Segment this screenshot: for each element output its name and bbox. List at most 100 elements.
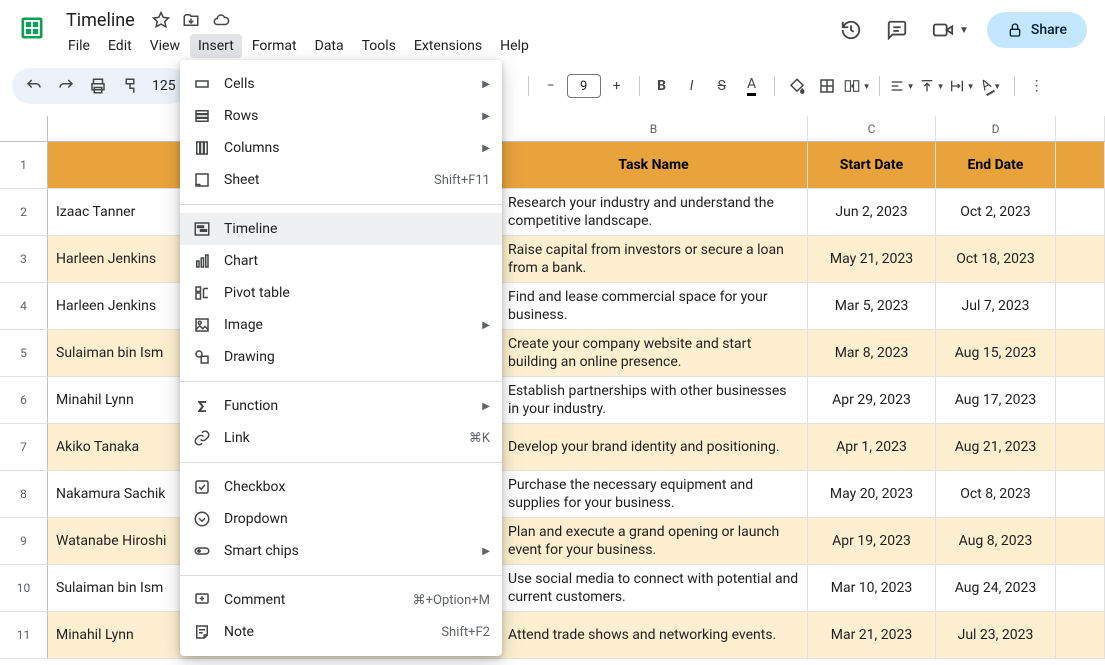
- bold-button[interactable]: B: [648, 72, 676, 100]
- header-cell-end[interactable]: End Date: [936, 142, 1056, 188]
- text-color-button[interactable]: A: [738, 72, 766, 100]
- undo-button[interactable]: [20, 72, 48, 100]
- menu-file[interactable]: File: [60, 34, 98, 58]
- horizontal-align-button[interactable]: ▼: [888, 72, 916, 100]
- column-header[interactable]: D: [936, 116, 1056, 141]
- cell-empty[interactable]: [1056, 471, 1105, 517]
- cell-end-date[interactable]: Aug 8, 2023: [936, 518, 1056, 564]
- insert-menu-drawing[interactable]: Drawing: [180, 341, 502, 373]
- menu-data[interactable]: Data: [307, 34, 352, 58]
- cell-task[interactable]: Purchase the necessary equipment and sup…: [500, 471, 808, 517]
- history-icon[interactable]: [837, 16, 865, 44]
- cell-empty[interactable]: [1056, 236, 1105, 282]
- menu-tools[interactable]: Tools: [354, 34, 404, 58]
- cell-start-date[interactable]: May 21, 2023: [808, 236, 936, 282]
- font-size-decrease[interactable]: −: [537, 72, 565, 100]
- menu-extensions[interactable]: Extensions: [406, 34, 490, 58]
- menu-insert[interactable]: Insert: [190, 34, 242, 58]
- insert-menu-sheet[interactable]: Sheet Shift+F11: [180, 164, 502, 196]
- vertical-align-button[interactable]: ▼: [918, 72, 946, 100]
- cell-empty[interactable]: [1056, 424, 1105, 470]
- insert-menu-cells[interactable]: Cells ▶: [180, 68, 502, 100]
- select-all-corner[interactable]: [0, 116, 48, 141]
- cell-task[interactable]: Find and lease commercial space for your…: [500, 283, 808, 329]
- cell-start-date[interactable]: Mar 21, 2023: [808, 612, 936, 658]
- row-header[interactable]: 8: [0, 471, 48, 517]
- menu-format[interactable]: Format: [244, 34, 305, 58]
- meet-icon[interactable]: [929, 16, 957, 44]
- cell-end-date[interactable]: Aug 15, 2023: [936, 330, 1056, 376]
- move-icon[interactable]: [181, 10, 201, 30]
- column-header[interactable]: B: [500, 116, 808, 141]
- row-header[interactable]: 6: [0, 377, 48, 423]
- text-wrap-button[interactable]: ▼: [948, 72, 976, 100]
- cell-end-date[interactable]: Aug 17, 2023: [936, 377, 1056, 423]
- font-size-input[interactable]: 9: [567, 74, 601, 98]
- cell-empty[interactable]: [1056, 612, 1105, 658]
- cell-end-date[interactable]: Oct 8, 2023: [936, 471, 1056, 517]
- cell-task[interactable]: Attend trade shows and networking events…: [500, 612, 808, 658]
- insert-menu-smart-chips[interactable]: Smart chips ▶: [180, 535, 502, 567]
- spreadsheet-grid[interactable]: B C D 1 Employee Task Name Start Date En…: [0, 116, 1105, 665]
- insert-menu-rows[interactable]: Rows ▶: [180, 100, 502, 132]
- borders-button[interactable]: [813, 72, 841, 100]
- cell-start-date[interactable]: May 20, 2023: [808, 471, 936, 517]
- cell-empty[interactable]: [1056, 377, 1105, 423]
- insert-menu-link[interactable]: Link ⌘K: [180, 422, 502, 454]
- document-title[interactable]: Timeline: [60, 8, 141, 33]
- cell-end-date[interactable]: Aug 21, 2023: [936, 424, 1056, 470]
- row-header[interactable]: 10: [0, 565, 48, 611]
- row-header[interactable]: 4: [0, 283, 48, 329]
- insert-menu-checkbox[interactable]: Checkbox: [180, 471, 502, 503]
- cell-start-date[interactable]: Jun 2, 2023: [808, 189, 936, 235]
- font-size-increase[interactable]: +: [603, 72, 631, 100]
- cell-task[interactable]: Establish partnerships with other busine…: [500, 377, 808, 423]
- row-header[interactable]: 5: [0, 330, 48, 376]
- cell-task[interactable]: Create your company website and start bu…: [500, 330, 808, 376]
- insert-menu-image[interactable]: Image ▶: [180, 309, 502, 341]
- insert-menu-function[interactable]: Σ Function ▶: [180, 390, 502, 422]
- more-toolbar-button[interactable]: ⋮: [1023, 72, 1051, 100]
- strikethrough-button[interactable]: S: [708, 72, 736, 100]
- comments-icon[interactable]: [883, 16, 911, 44]
- redo-button[interactable]: [52, 72, 80, 100]
- cell-task[interactable]: Raise capital from investors or secure a…: [500, 236, 808, 282]
- insert-menu-chart[interactable]: Chart: [180, 245, 502, 277]
- star-icon[interactable]: [151, 10, 171, 30]
- sheets-logo[interactable]: [12, 8, 52, 48]
- paint-format-button[interactable]: [116, 72, 144, 100]
- header-cell-start[interactable]: Start Date: [808, 142, 936, 188]
- row-header[interactable]: 7: [0, 424, 48, 470]
- share-button[interactable]: Share: [987, 12, 1087, 48]
- insert-menu-pivot-table[interactable]: Pivot table: [180, 277, 502, 309]
- text-rotation-button[interactable]: A▼: [978, 72, 1006, 100]
- menu-help[interactable]: Help: [492, 34, 537, 58]
- cell-empty[interactable]: [1056, 189, 1105, 235]
- cell-start-date[interactable]: Mar 5, 2023: [808, 283, 936, 329]
- row-header[interactable]: 3: [0, 236, 48, 282]
- column-header[interactable]: C: [808, 116, 936, 141]
- menu-edit[interactable]: Edit: [100, 34, 140, 58]
- print-button[interactable]: [84, 72, 112, 100]
- cell-task[interactable]: Develop your brand identity and position…: [500, 424, 808, 470]
- cell-end-date[interactable]: Aug 24, 2023: [936, 565, 1056, 611]
- cloud-status-icon[interactable]: [211, 10, 231, 30]
- cell-start-date[interactable]: Mar 10, 2023: [808, 565, 936, 611]
- cell-start-date[interactable]: Apr 29, 2023: [808, 377, 936, 423]
- cell-task[interactable]: Use social media to connect with potenti…: [500, 565, 808, 611]
- cell-task[interactable]: Research your industry and understand th…: [500, 189, 808, 235]
- cell-empty[interactable]: [1056, 565, 1105, 611]
- chevron-down-icon[interactable]: ▼: [959, 25, 969, 36]
- cell-end-date[interactable]: Oct 2, 2023: [936, 189, 1056, 235]
- cell-empty[interactable]: [1056, 283, 1105, 329]
- cell-start-date[interactable]: Apr 19, 2023: [808, 518, 936, 564]
- cell-empty[interactable]: [1056, 330, 1105, 376]
- italic-button[interactable]: I: [678, 72, 706, 100]
- cell-start-date[interactable]: Apr 1, 2023: [808, 424, 936, 470]
- cell-start-date[interactable]: Mar 8, 2023: [808, 330, 936, 376]
- cell-empty[interactable]: [1056, 518, 1105, 564]
- insert-menu-note[interactable]: Note Shift+F2: [180, 616, 502, 648]
- fill-color-button[interactable]: [783, 72, 811, 100]
- menu-view[interactable]: View: [142, 34, 188, 58]
- insert-menu-comment[interactable]: Comment ⌘+Option+M: [180, 584, 502, 616]
